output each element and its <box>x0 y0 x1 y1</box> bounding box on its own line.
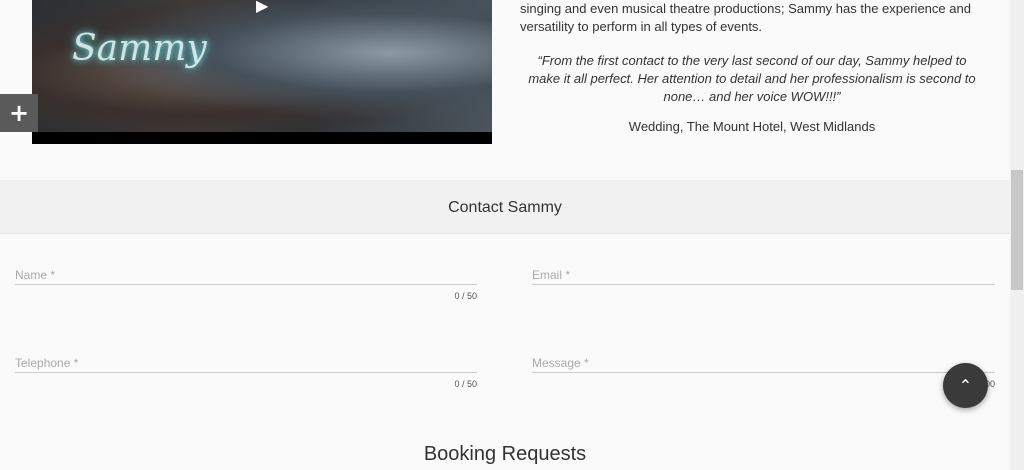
booking-requests-title: Booking Requests <box>423 443 587 465</box>
bio-line: versatility to perform in all types of e… <box>520 19 763 34</box>
back-to-top-button[interactable]: ⌃ <box>943 363 988 408</box>
video-player[interactable]: ▶ Sammy <box>32 0 492 144</box>
play-icon[interactable]: ▶ <box>256 0 268 15</box>
quote-line: make it all perfect. Her attention to de… <box>528 71 976 86</box>
testimonial-source: Wedding, The Mount Hotel, West Midlands <box>628 119 876 134</box>
scrollbar-thumb[interactable] <box>1011 170 1023 290</box>
video-control-bar <box>32 132 492 144</box>
name-placeholder: Name * <box>15 268 56 282</box>
email-placeholder: Email * <box>532 268 571 282</box>
testimonial-quote: “From the first contact to the very last… <box>522 52 982 106</box>
telephone-placeholder: Telephone * <box>15 356 79 370</box>
bio-line: singing and even musical theatre product… <box>520 1 971 16</box>
contact-section-title: Contact Sammy <box>0 180 1010 234</box>
expand-plus-button[interactable]: + <box>0 94 38 132</box>
chevron-up-icon: ⌃ <box>958 376 973 395</box>
quote-line: “From the first contact to the very last… <box>537 53 967 68</box>
name-char-counter: 0 / 50 <box>454 291 477 301</box>
email-field[interactable]: Email * <box>532 266 995 285</box>
message-placeholder: Message * <box>532 356 589 370</box>
quote-line: none… and her voice WOW!!!” <box>663 89 841 104</box>
name-field[interactable]: Name * <box>15 266 477 285</box>
video-watermark: Sammy <box>72 28 207 69</box>
page-scrollbar[interactable] <box>1010 0 1024 470</box>
message-field[interactable]: Message * <box>532 354 995 373</box>
telephone-char-counter: 0 / 50 <box>454 379 477 389</box>
bio-text: singing and even musical theatre product… <box>520 0 980 36</box>
telephone-field[interactable]: Telephone * <box>15 354 477 373</box>
